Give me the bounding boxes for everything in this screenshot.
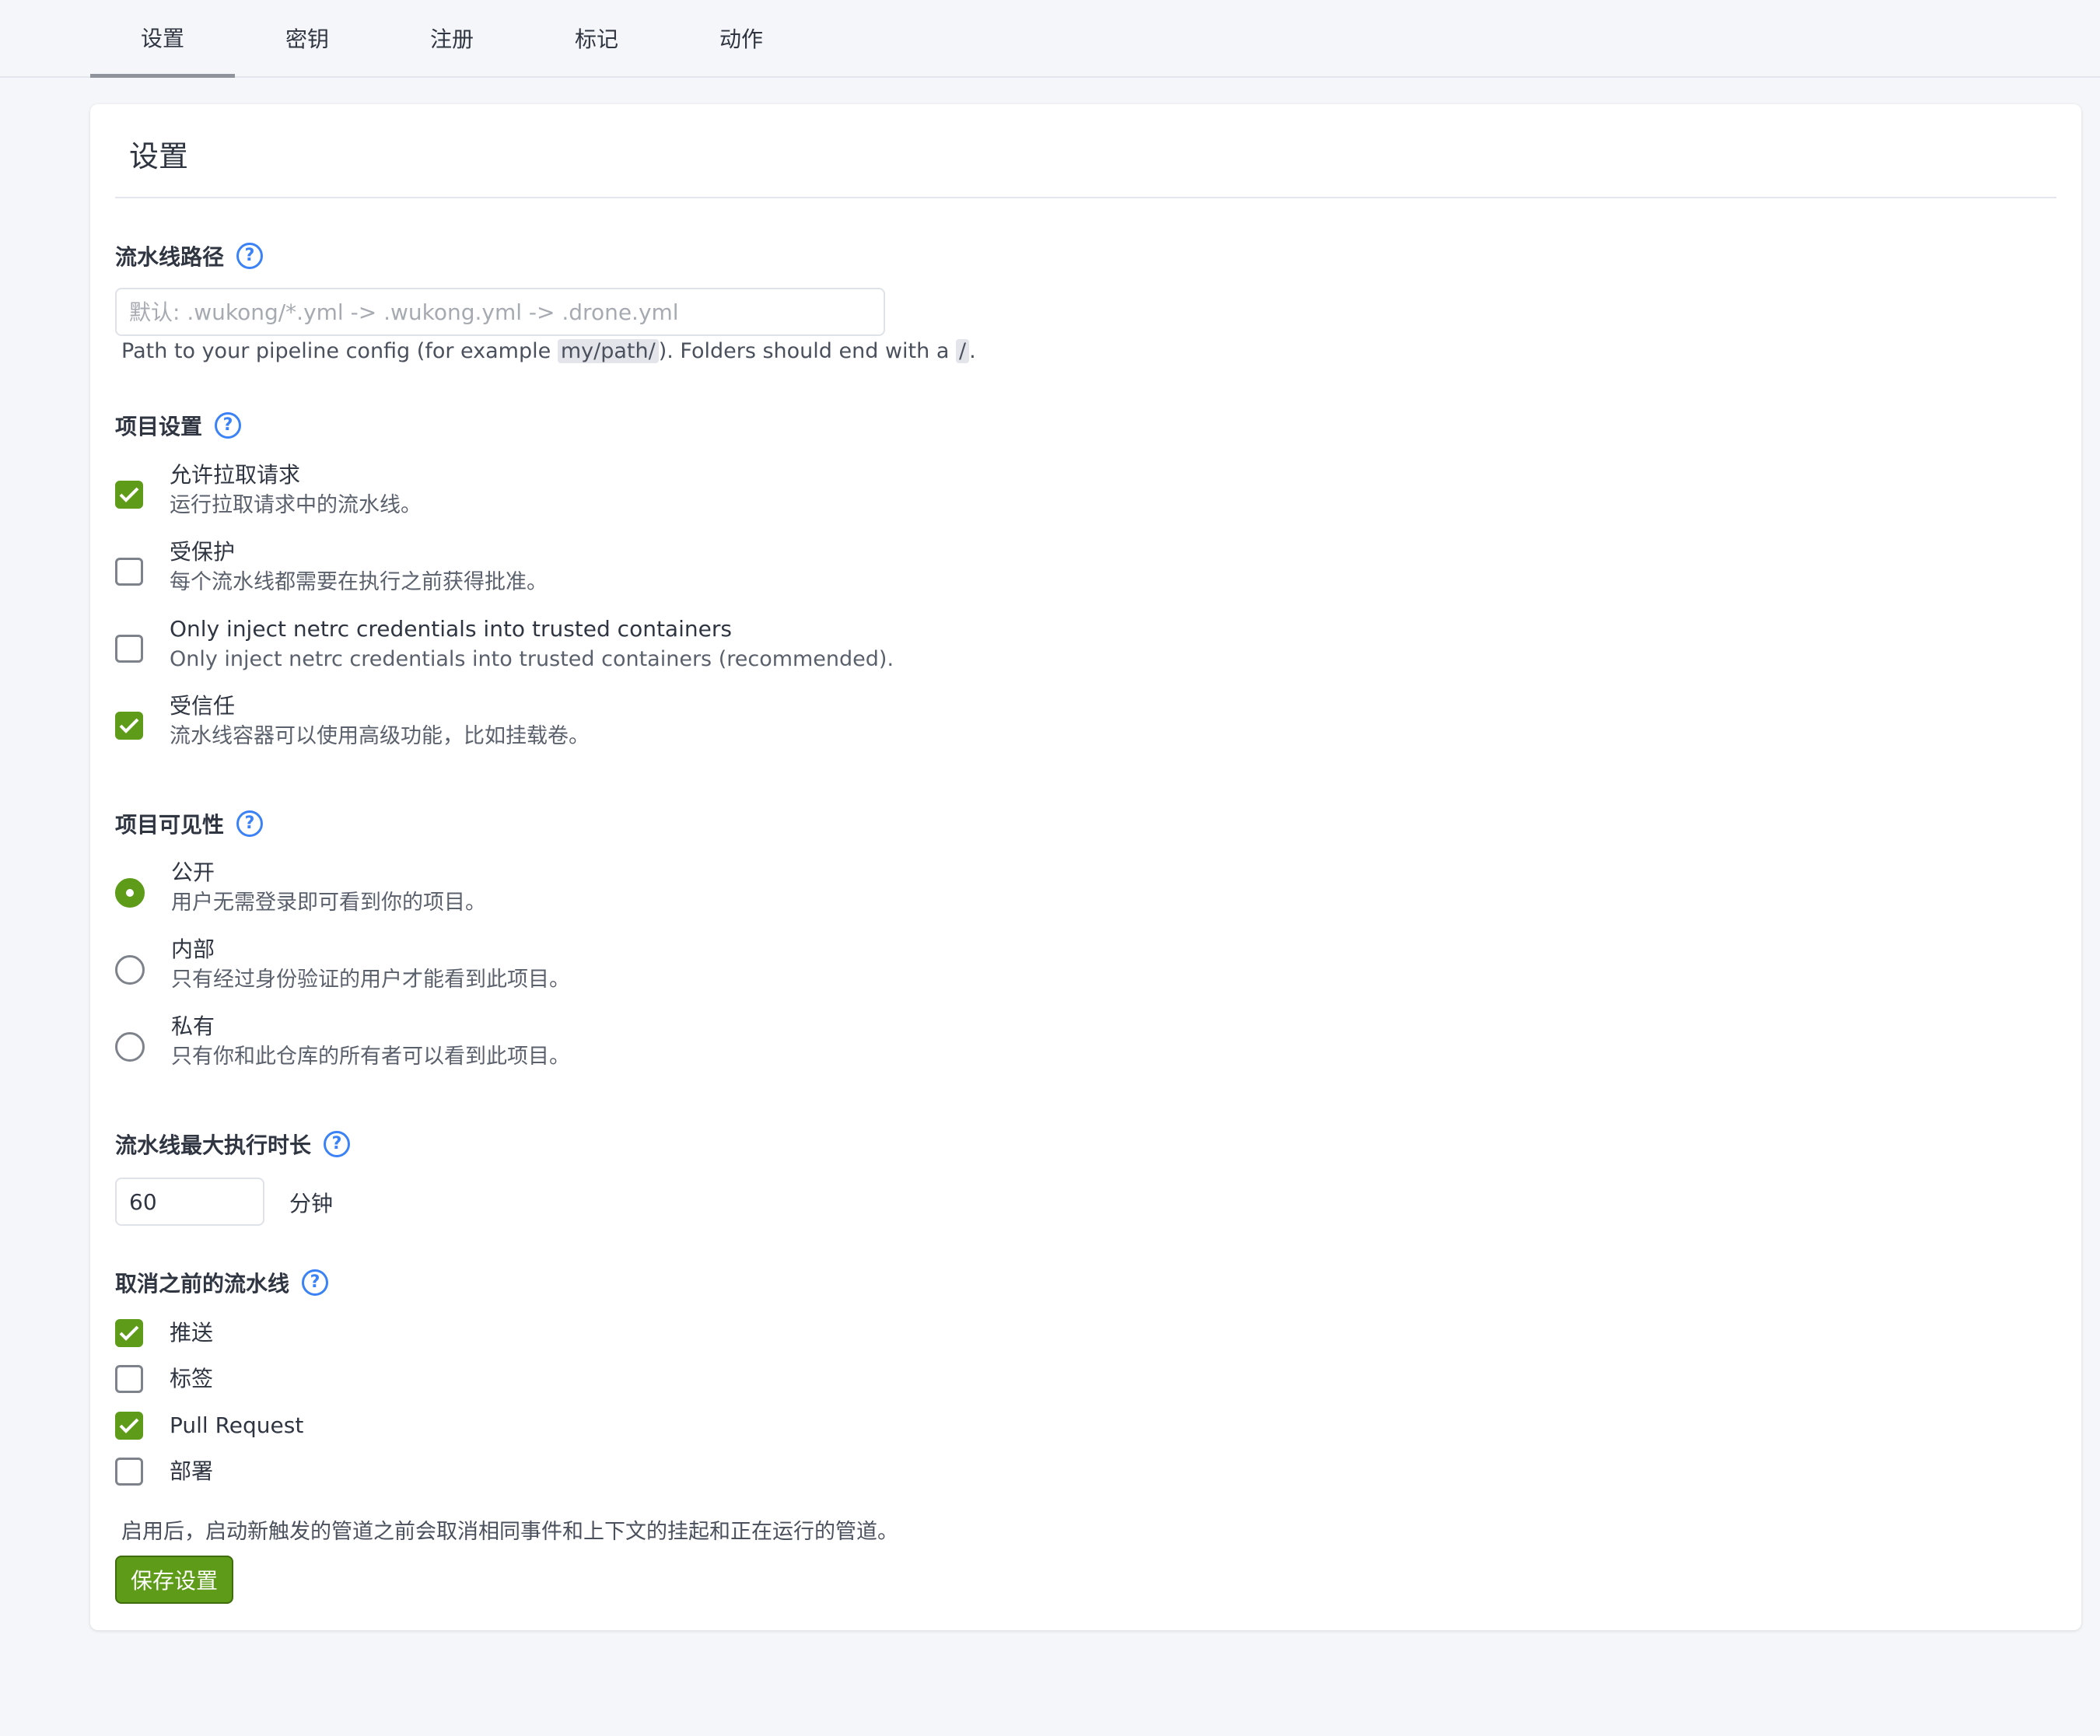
option-title: 私有	[171, 1013, 215, 1039]
tab-badges[interactable]: 标记	[524, 0, 669, 76]
question-circle-icon[interactable]: ?	[236, 810, 264, 837]
timeout-input[interactable]	[115, 1178, 264, 1226]
option-title: 推送	[170, 1320, 214, 1346]
option-trusted[interactable]: 受信任 流水线容器可以使用高级功能，比如挂载卷。	[115, 691, 590, 752]
option-allow-pull-requests[interactable]: 允许拉取请求 运行拉取请求中的流水线。	[115, 460, 422, 521]
option-title: 受保护	[170, 539, 236, 565]
checkmark-icon	[119, 718, 139, 733]
hint-code-slash: /	[955, 339, 970, 363]
option-title: 允许拉取请求	[170, 462, 301, 488]
visibility-public[interactable]: 公开 用户无需登录即可看到你的项目。	[115, 858, 486, 919]
option-desc: 流水线容器可以使用高级功能，比如挂载卷。	[170, 724, 590, 748]
question-circle-icon[interactable]: ?	[215, 412, 242, 439]
radio-dot	[126, 889, 134, 897]
tab-secrets[interactable]: 密钥	[235, 0, 380, 76]
cancel-pull-request[interactable]: Pull Request	[115, 1411, 303, 1440]
project-settings-label: 项目设置 ?	[115, 410, 242, 441]
option-netrc-trusted[interactable]: Only inject netrc credentials into trust…	[115, 614, 894, 675]
tab-settings[interactable]: 设置	[90, 0, 235, 78]
pipeline-path-label: 流水线路径 ?	[115, 240, 264, 271]
cancel-push[interactable]: 推送	[115, 1318, 213, 1348]
save-button[interactable]: 保存设置	[115, 1556, 233, 1604]
option-desc: Only inject netrc credentials into trust…	[170, 647, 894, 671]
option-title: 受信任	[170, 693, 236, 719]
checkbox[interactable]	[115, 1365, 143, 1393]
radio-button[interactable]	[115, 1032, 145, 1062]
radio-button[interactable]	[115, 955, 145, 985]
question-circle-icon[interactable]: ?	[302, 1269, 329, 1296]
hint-code-path: my/path/	[557, 339, 659, 363]
option-desc: 只有经过身份验证的用户才能看到此项目。	[171, 968, 570, 992]
cancel-previous-label: 取消之前的流水线 ?	[115, 1267, 329, 1298]
checkmark-icon	[119, 1325, 139, 1341]
option-title: 部署	[170, 1458, 214, 1484]
checkbox[interactable]	[115, 558, 143, 586]
checkmark-icon	[119, 487, 139, 502]
tab-bar: 设置 密钥 注册 标记 动作	[0, 0, 2100, 78]
timeout-label: 流水线最大执行时长 ?	[115, 1129, 351, 1160]
option-desc: 只有你和此仓库的所有者可以看到此项目。	[171, 1045, 570, 1069]
question-circle-icon[interactable]: ?	[324, 1131, 351, 1157]
settings-card: 设置 流水线路径 ? Path to your pipeline config …	[90, 104, 2081, 1630]
visibility-internal[interactable]: 内部 只有经过身份验证的用户才能看到此项目。	[115, 935, 570, 996]
checkmark-icon	[119, 1418, 139, 1433]
tab-registries[interactable]: 注册	[380, 0, 524, 76]
project-settings-label-text: 项目设置	[115, 414, 203, 439]
hint-text: .	[969, 339, 976, 363]
visibility-label-text: 项目可见性	[115, 812, 225, 838]
pipeline-path-label-text: 流水线路径	[115, 244, 225, 270]
timeout-unit: 分钟	[289, 1191, 334, 1216]
cancel-previous-label-text: 取消之前的流水线	[115, 1271, 290, 1297]
checkbox[interactable]	[115, 635, 143, 663]
pipeline-path-hint: Path to your pipeline config (for exampl…	[121, 339, 976, 363]
checkbox[interactable]	[115, 1412, 143, 1440]
checkbox[interactable]	[115, 712, 143, 740]
hint-text: Path to your pipeline config (for exampl…	[121, 339, 558, 363]
option-title: 公开	[171, 859, 215, 885]
divider	[115, 197, 2056, 198]
radio-button[interactable]	[115, 878, 145, 908]
visibility-private[interactable]: 私有 只有你和此仓库的所有者可以看到此项目。	[115, 1012, 570, 1073]
option-desc: 运行拉取请求中的流水线。	[170, 493, 422, 517]
cancel-tag[interactable]: 标签	[115, 1364, 213, 1394]
option-title: Only inject netrc credentials into trust…	[170, 616, 732, 642]
cancel-deployment[interactable]: 部署	[115, 1457, 213, 1486]
card-title: 设置	[129, 139, 189, 173]
visibility-label: 项目可见性 ?	[115, 808, 264, 839]
pipeline-path-input[interactable]	[115, 288, 885, 336]
option-title: 标签	[170, 1366, 214, 1391]
option-title: Pull Request	[170, 1412, 304, 1438]
option-desc: 每个流水线都需要在执行之前获得批准。	[170, 570, 548, 594]
tab-actions[interactable]: 动作	[669, 0, 814, 76]
timeout-label-text: 流水线最大执行时长	[115, 1132, 312, 1158]
option-title: 内部	[171, 936, 215, 962]
checkbox[interactable]	[115, 1458, 143, 1486]
option-desc: 用户无需登录即可看到你的项目。	[171, 891, 486, 915]
cancel-previous-hint: 启用后，启动新触发的管道之前会取消相同事件和上下文的挂起和正在运行的管道。	[121, 1520, 898, 1544]
hint-text: ). Folders should end with a	[658, 339, 956, 363]
checkbox[interactable]	[115, 1319, 143, 1347]
question-circle-icon[interactable]: ?	[236, 243, 264, 269]
checkbox[interactable]	[115, 481, 143, 509]
option-protected[interactable]: 受保护 每个流水线都需要在执行之前获得批准。	[115, 537, 548, 598]
